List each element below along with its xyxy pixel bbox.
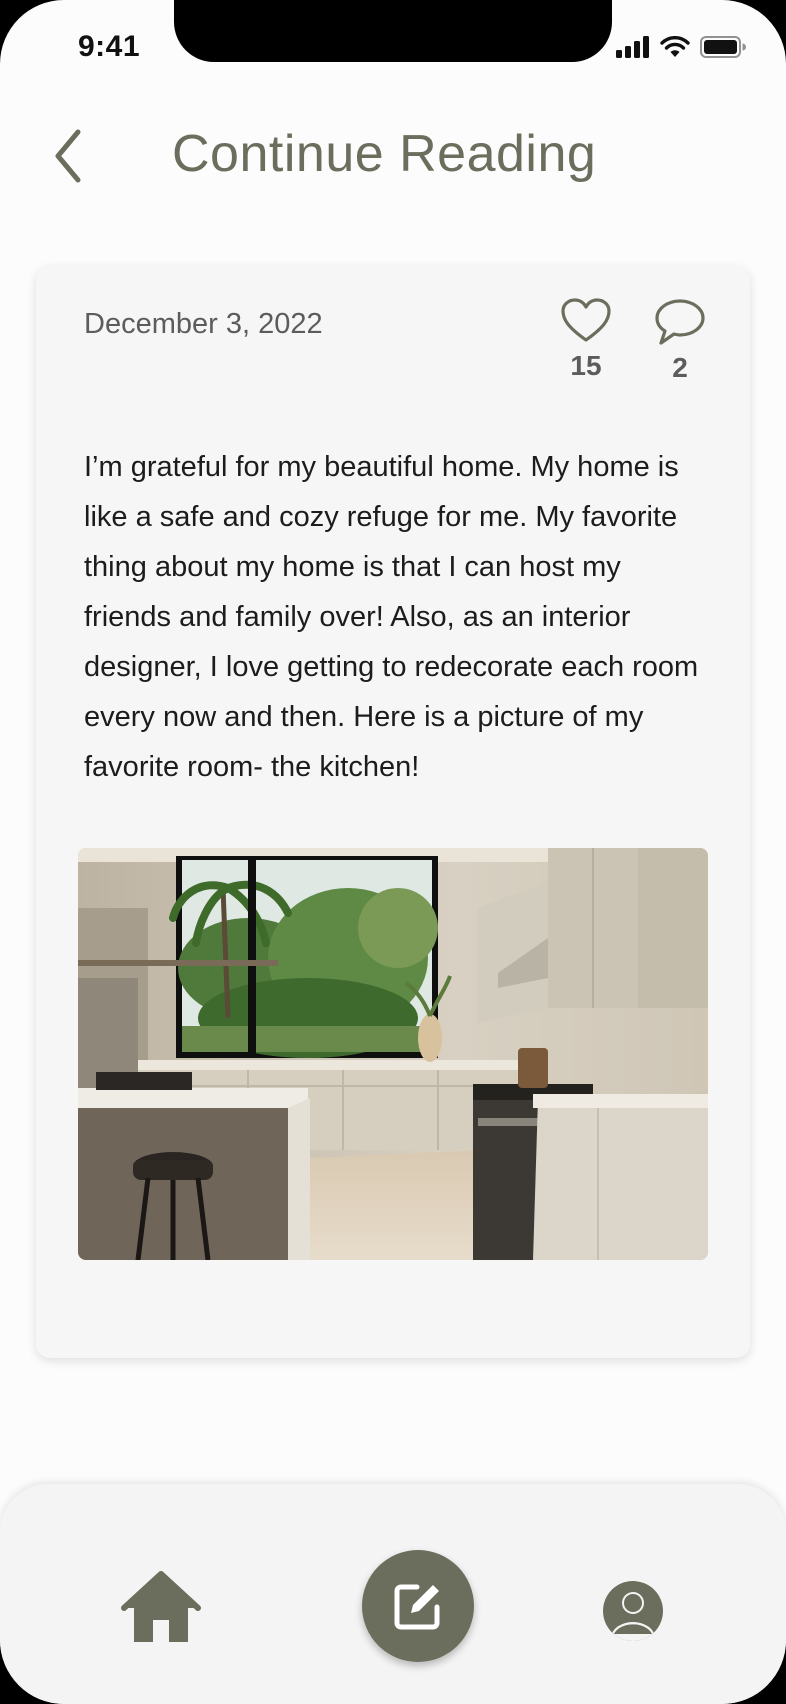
kitchen-photo <box>78 848 708 1260</box>
compose-icon <box>394 1584 440 1630</box>
comment-count: 2 <box>672 352 688 383</box>
page-header: Continue Reading <box>0 110 786 200</box>
nav-compose-button[interactable] <box>362 1550 474 1662</box>
profile-icon <box>603 1581 663 1641</box>
page-title: Continue Reading <box>172 125 597 183</box>
chevron-left-icon <box>55 129 81 183</box>
nav-home-button[interactable] <box>120 1570 202 1646</box>
status-icons <box>616 36 746 58</box>
entry-date: December 3, 2022 <box>84 308 323 340</box>
comment-icon <box>655 299 705 345</box>
like-count: 15 <box>570 350 602 381</box>
heart-icon <box>561 298 611 342</box>
phone-screen: 9:41 Continue Reading December 3, 2022 1… <box>0 0 786 1704</box>
battery-icon <box>700 36 746 58</box>
nav-profile-button[interactable] <box>600 1578 666 1644</box>
back-button[interactable] <box>46 126 96 186</box>
wifi-icon <box>660 36 690 57</box>
status-time: 9:41 <box>78 30 141 63</box>
signal-icon <box>616 36 649 58</box>
status-bar: 9:41 <box>0 0 786 63</box>
entry-body: I’m grateful for my beautiful home. My h… <box>84 451 699 783</box>
like-button[interactable]: 15 <box>556 298 616 382</box>
kitchen-photo-illustration <box>78 848 708 1260</box>
device-notch <box>174 0 612 62</box>
comment-button[interactable]: 2 <box>650 298 710 384</box>
home-icon <box>121 1571 201 1642</box>
journal-entry-card: December 3, 2022 15 2 I’m grateful for m… <box>36 266 750 1358</box>
bottom-nav <box>0 1484 786 1704</box>
